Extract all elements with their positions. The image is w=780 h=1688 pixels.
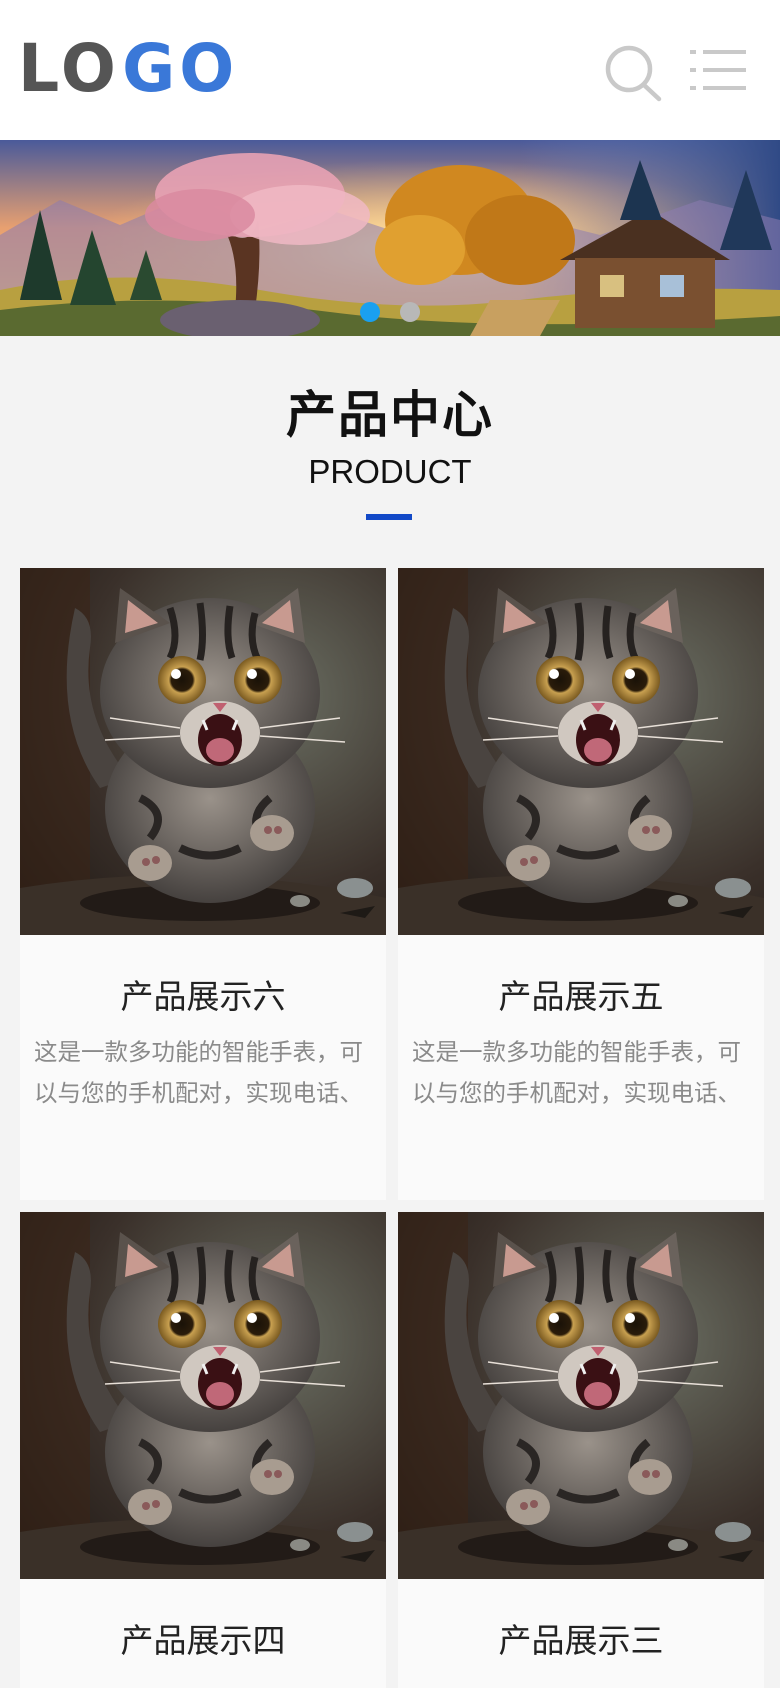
logo-text-part2: GO bbox=[121, 30, 238, 107]
product-title: 产品展示四 bbox=[120, 1621, 286, 1660]
section-subtitle: PRODUCT bbox=[308, 453, 472, 490]
product-image bbox=[398, 1212, 764, 1579]
product-card[interactable]: 产品展示三 bbox=[398, 1212, 764, 1688]
product-title: 产品展示六 bbox=[120, 977, 286, 1016]
logo-text-part1: LO bbox=[18, 30, 120, 107]
product-image bbox=[20, 1212, 386, 1579]
carousel-dot[interactable] bbox=[360, 302, 380, 322]
product-description: 这是一款多功能的智能手表，可以与您的手机配对，实现电话、 bbox=[34, 1038, 363, 1107]
banner-carousel[interactable] bbox=[0, 140, 780, 336]
carousel-dots bbox=[0, 302, 780, 322]
menu-icon bbox=[690, 50, 746, 90]
product-image bbox=[20, 568, 386, 935]
section-title: 产品中心 bbox=[286, 386, 494, 444]
header: LO GO bbox=[0, 0, 780, 140]
section-accent-bar bbox=[366, 514, 412, 520]
product-card[interactable]: 产品展示六 这是一款多功能的智能手表，可以与您的手机配对，实现电话、 bbox=[20, 568, 386, 1200]
product-image bbox=[398, 568, 764, 935]
product-title: 产品展示五 bbox=[498, 977, 664, 1016]
product-card[interactable]: 产品展示四 bbox=[20, 1212, 386, 1688]
search-button[interactable] bbox=[604, 44, 662, 102]
carousel-dot[interactable] bbox=[400, 302, 420, 322]
logo[interactable]: LO GO bbox=[17, 30, 239, 107]
product-card[interactable]: 产品展示五 这是一款多功能的智能手表，可以与您的手机配对，实现电话、 bbox=[398, 568, 764, 1200]
product-title: 产品展示三 bbox=[498, 1621, 664, 1660]
search-icon bbox=[605, 45, 662, 102]
product-description: 这是一款多功能的智能手表，可以与您的手机配对，实现电话、 bbox=[412, 1038, 741, 1107]
menu-button[interactable] bbox=[690, 48, 746, 92]
